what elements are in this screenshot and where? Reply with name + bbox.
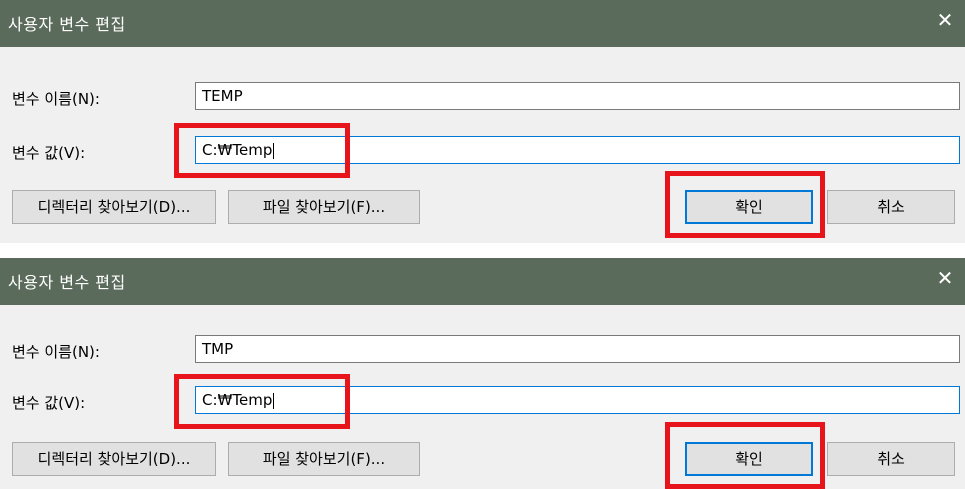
edit-user-variable-dialog-tmp: 사용자 변수 편집 ✕ 변수 이름(N): TMP 변수 값(V): C:₩Te… <box>0 258 965 489</box>
ok-button[interactable]: 확인 <box>685 442 813 476</box>
cancel-button[interactable]: 취소 <box>827 190 955 224</box>
browse-directory-button[interactable]: 디렉터리 찾아보기(D)... <box>12 190 216 224</box>
title-bar: 사용자 변수 편집 ✕ <box>0 0 965 47</box>
variable-value-value: C:₩Temp <box>202 141 273 159</box>
variable-value-input[interactable]: C:₩Temp <box>195 386 960 414</box>
browse-file-button[interactable]: 파일 찾아보기(F)... <box>228 442 420 476</box>
variable-name-input[interactable]: TEMP <box>195 82 960 110</box>
dialog-title: 사용자 변수 편집 <box>8 15 126 34</box>
cancel-button[interactable]: 취소 <box>827 442 955 476</box>
variable-name-label: 변수 이름(N): <box>12 90 100 108</box>
variable-value-label: 변수 값(V): <box>12 394 86 412</box>
variable-name-value: TEMP <box>202 87 243 105</box>
ok-button[interactable]: 확인 <box>685 190 813 224</box>
title-bar: 사용자 변수 편집 ✕ <box>0 258 965 305</box>
close-icon[interactable]: ✕ <box>925 258 965 298</box>
variable-value-input[interactable]: C:₩Temp <box>195 136 960 164</box>
text-caret <box>273 392 275 409</box>
browse-directory-button[interactable]: 디렉터리 찾아보기(D)... <box>12 442 216 476</box>
dialog-title: 사용자 변수 편집 <box>8 273 126 292</box>
variable-value-label: 변수 값(V): <box>12 144 86 162</box>
variable-name-input[interactable]: TMP <box>195 335 960 363</box>
panel-separator <box>0 243 965 258</box>
variable-name-value: TMP <box>202 340 234 358</box>
text-caret <box>273 142 275 159</box>
variable-value-value: C:₩Temp <box>202 391 273 409</box>
close-icon[interactable]: ✕ <box>925 0 965 40</box>
variable-name-label: 변수 이름(N): <box>12 343 100 361</box>
browse-file-button[interactable]: 파일 찾아보기(F)... <box>228 190 420 224</box>
edit-user-variable-dialog-temp: 사용자 변수 편집 ✕ 변수 이름(N): TEMP 변수 값(V): C:₩T… <box>0 0 965 243</box>
